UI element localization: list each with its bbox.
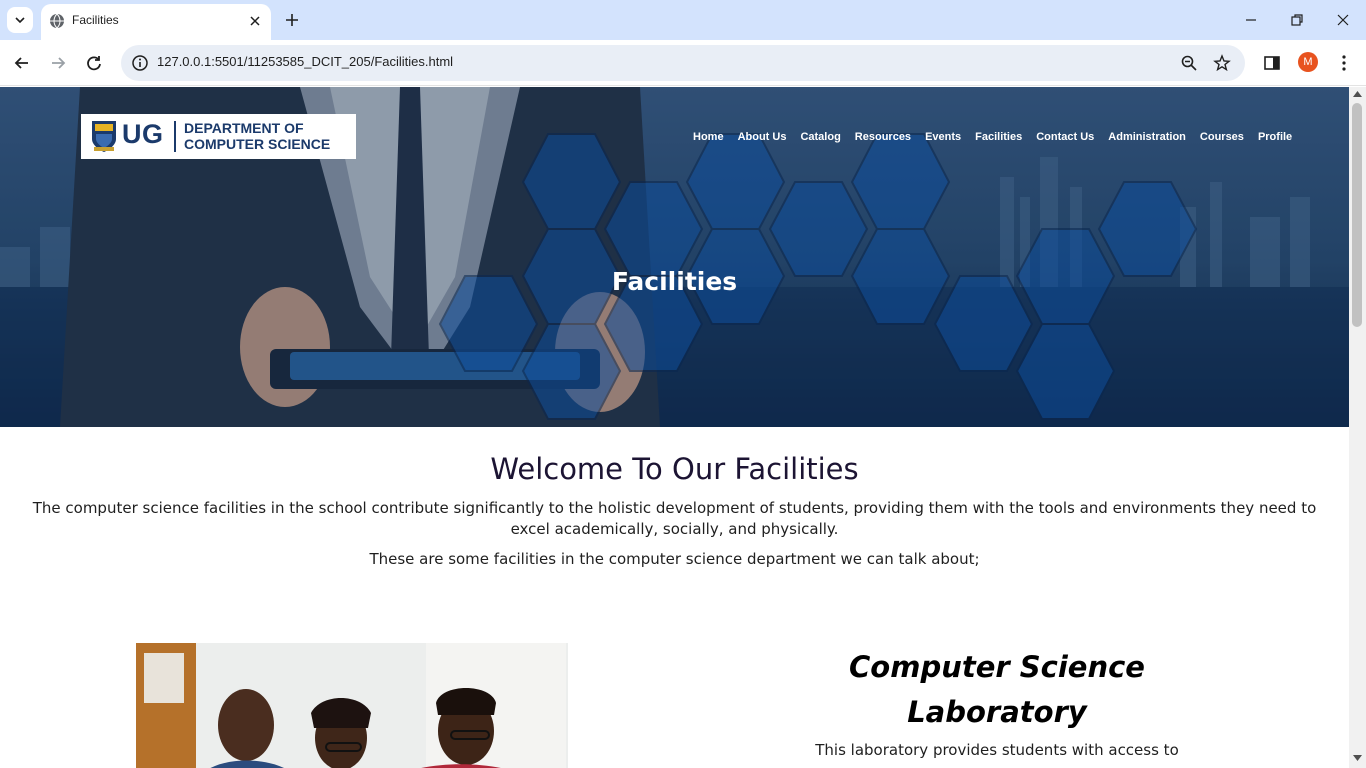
restore-icon[interactable] <box>1287 10 1307 30</box>
hero-banner: UG DEPARTMENT OF COMPUTER SCIENCE Home A… <box>0 87 1349 427</box>
main-nav: Home About Us Catalog Resources Events F… <box>693 131 1306 143</box>
minimize-icon[interactable] <box>1241 10 1261 30</box>
close-icon[interactable] <box>247 13 263 29</box>
students-photo-image <box>136 643 568 768</box>
nav-resources[interactable]: Resources <box>855 131 911 143</box>
plus-icon[interactable] <box>282 10 302 30</box>
scrollbar-thumb[interactable] <box>1352 103 1362 327</box>
nav-events[interactable]: Events <box>925 131 961 143</box>
page-viewport: UG DEPARTMENT OF COMPUTER SCIENCE Home A… <box>0 87 1349 768</box>
reload-icon[interactable] <box>83 52 105 74</box>
logo-line-2: COMPUTER SCIENCE <box>184 136 331 152</box>
university-crest-icon <box>92 121 116 152</box>
nav-contact-us[interactable]: Contact Us <box>1036 131 1094 143</box>
nav-profile[interactable]: Profile <box>1258 131 1292 143</box>
address-bar[interactable]: 127.0.0.1:5501/11253585_DCIT_205/Facilit… <box>121 45 1245 81</box>
zoom-icon[interactable] <box>1180 54 1198 72</box>
side-panel-icon[interactable] <box>1261 52 1283 74</box>
scroll-up-arrow-icon[interactable] <box>1353 91 1362 97</box>
browser-tab-facilities[interactable]: Facilities <box>41 4 271 40</box>
logo-divider <box>174 121 176 152</box>
nav-facilities[interactable]: Facilities <box>975 131 1022 143</box>
nav-about-us[interactable]: About Us <box>738 131 787 143</box>
nav-catalog[interactable]: Catalog <box>800 131 840 143</box>
url-text[interactable]: 127.0.0.1:5501/11253585_DCIT_205/Facilit… <box>157 54 453 69</box>
facility-description: This laboratory provides students with a… <box>815 741 1179 759</box>
nav-home[interactable]: Home <box>693 131 724 143</box>
globe-icon <box>50 13 64 29</box>
browser-tab-strip: Facilities <box>0 0 1366 40</box>
site-logo[interactable]: UG DEPARTMENT OF COMPUTER SCIENCE <box>81 114 356 159</box>
welcome-heading: Welcome To Our Facilities <box>490 452 859 486</box>
tab-title: Facilities <box>72 13 119 27</box>
tab-search-button[interactable] <box>7 7 33 33</box>
more-menu-icon[interactable] <box>1333 52 1355 74</box>
logo-line-1: DEPARTMENT OF <box>184 120 304 136</box>
intro-paragraph: The computer science facilities in the s… <box>32 499 1317 538</box>
nav-courses[interactable]: Courses <box>1200 131 1244 143</box>
logo-mark: UG <box>122 119 164 149</box>
site-info-icon[interactable] <box>131 54 149 72</box>
back-arrow-icon[interactable] <box>11 52 33 74</box>
scroll-down-arrow-icon[interactable] <box>1353 755 1362 761</box>
window-close-icon[interactable] <box>1333 10 1353 30</box>
facility-title: Computer Science Laboratory <box>849 650 1145 729</box>
chevron-down-icon <box>15 17 25 24</box>
page-scrollbar[interactable] <box>1349 87 1366 768</box>
browser-toolbar: 127.0.0.1:5501/11253585_DCIT_205/Facilit… <box>0 40 1366 86</box>
forward-arrow-icon[interactable] <box>47 52 69 74</box>
profile-avatar[interactable]: M <box>1298 52 1318 72</box>
lab-photo <box>136 643 568 768</box>
nav-administration[interactable]: Administration <box>1108 131 1186 143</box>
intro-paragraph-2: These are some facilities in the compute… <box>369 550 980 568</box>
hero-title: Facilities <box>611 267 738 296</box>
bookmark-star-icon[interactable] <box>1213 54 1231 72</box>
